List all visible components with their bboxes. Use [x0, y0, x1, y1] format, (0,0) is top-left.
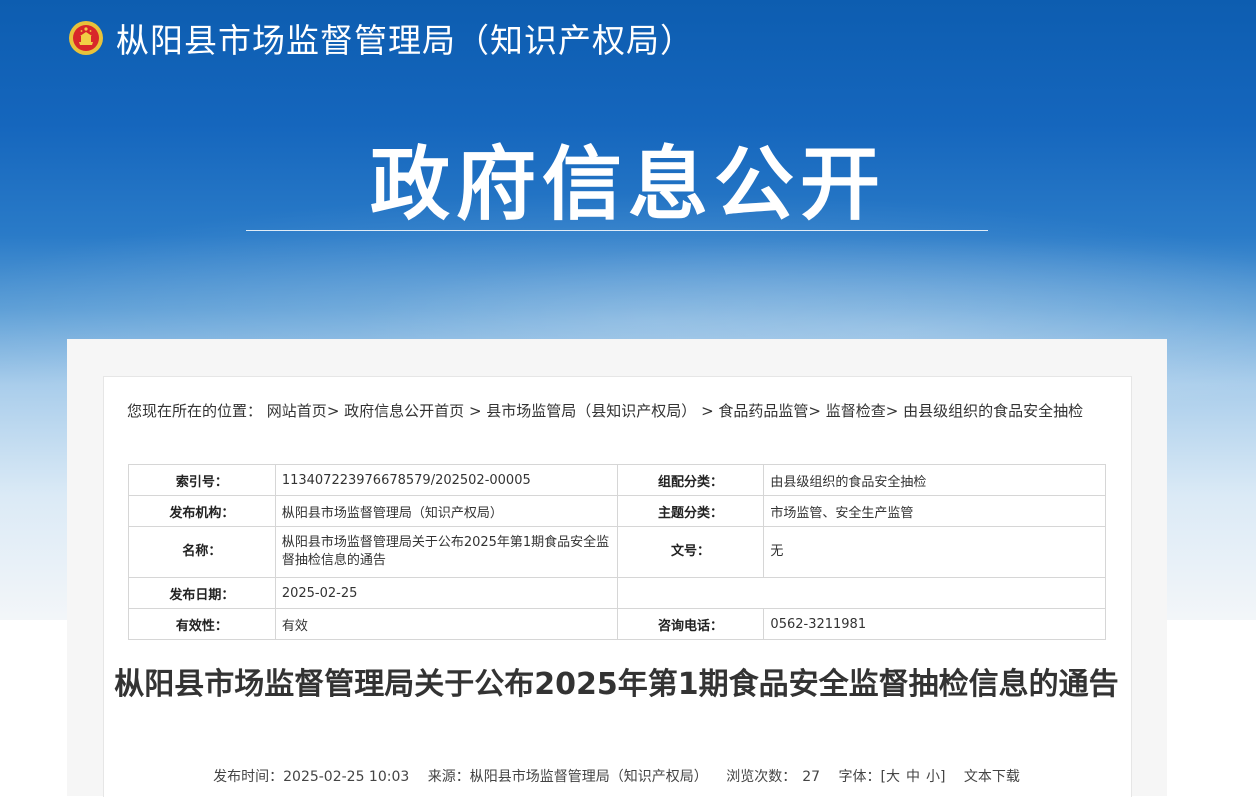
text-download-link[interactable]: 文本下载: [964, 769, 1020, 785]
font-size-label: 字体：[: [838, 769, 886, 785]
view-count: 浏览次数： 27: [726, 769, 820, 785]
topic-value: 市场监管、安全生产监管: [763, 495, 1106, 527]
breadcrumb-county-bureau[interactable]: 县市场监管局（县知识产权局）: [486, 402, 696, 420]
table-row: 发布日期： 2025-02-25: [128, 577, 1107, 609]
breadcrumb-home[interactable]: 网站首页: [267, 402, 327, 420]
breadcrumb-food-drug[interactable]: 食品药品监管: [718, 402, 808, 420]
index-label: 索引号：: [128, 464, 276, 496]
table-row: 有效性： 有效 咨询电话： 0562-3211981: [128, 608, 1106, 640]
hero-title: 政府信息公开: [370, 138, 886, 231]
category-label: 组配分类：: [616, 464, 765, 496]
font-size-bracket: ]: [939, 769, 946, 785]
date-value: 2025-02-25: [274, 577, 618, 609]
phone-label: 咨询电话：: [616, 608, 765, 640]
breadcrumb-inspection[interactable]: 监督检查: [826, 402, 886, 420]
national-emblem-icon: [69, 21, 103, 55]
empty-cell: [616, 577, 1107, 609]
article-title: 枞阳县市场监督管理局关于公布2025年第1期食品安全监督抽检信息的通告: [114, 667, 1119, 702]
phone-value: 0562-3211981: [763, 608, 1106, 640]
view-count-label: 浏览次数：: [726, 769, 797, 785]
breadcrumb-prefix: 您现在所在的位置：: [127, 402, 263, 420]
validity-label: 有效性：: [128, 608, 276, 640]
breadcrumb-separator: >: [326, 402, 345, 420]
publisher-value: 枞阳县市场监督管理局（知识产权局）: [274, 495, 618, 527]
date-label: 发布日期：: [128, 577, 276, 609]
name-label: 名称：: [128, 526, 276, 578]
breadcrumb: 您现在所在的位置： 网站首页> 政府信息公开首页 > 县市场监管局（县知识产权局…: [127, 400, 1112, 422]
topic-label: 主题分类：: [616, 495, 765, 527]
view-count-value: 27: [802, 769, 821, 785]
docno-value: 无: [763, 526, 1106, 578]
publisher-label: 发布机构：: [128, 495, 276, 527]
font-size-control: 字体：[大中小]: [838, 769, 945, 785]
name-value: 枞阳县市场监督管理局关于公布2025年第1期食品安全监督抽检信息的通告: [274, 526, 618, 578]
document-info-table: 索引号： 113407223976678579/202502-00005 组配分…: [128, 464, 1107, 640]
site-title[interactable]: 枞阳县市场监督管理局（知识产权局）: [116, 14, 694, 62]
site-header: 枞阳县市场监督管理局（知识产权局）: [68, 14, 694, 62]
docno-label: 文号：: [616, 526, 765, 578]
validity-value: 有效: [274, 608, 618, 640]
publish-time: 发布时间：2025-02-25 10:03: [213, 769, 410, 785]
breadcrumb-separator: >: [464, 402, 487, 420]
breadcrumb-current[interactable]: 由县级组织的食品安全抽检: [903, 402, 1083, 420]
article-source: 来源：枞阳县市场监督管理局（知识产权局）: [427, 769, 708, 785]
font-small-button[interactable]: 小: [926, 769, 940, 785]
breadcrumb-separator: >: [885, 402, 904, 420]
font-large-button[interactable]: 大: [886, 769, 900, 785]
breadcrumb-separator: >: [696, 402, 719, 420]
category-value: 由县级组织的食品安全抽检: [763, 464, 1106, 496]
table-row: 发布机构： 枞阳县市场监督管理局（知识产权局） 主题分类： 市场监管、安全生产监…: [128, 495, 1106, 527]
table-row: 索引号： 113407223976678579/202502-00005 组配分…: [128, 464, 1106, 496]
hero-divider: [246, 230, 988, 231]
index-value: 113407223976678579/202502-00005: [274, 464, 618, 496]
table-row: 名称： 枞阳县市场监督管理局关于公布2025年第1期食品安全监督抽检信息的通告 …: [128, 526, 1106, 578]
font-medium-button[interactable]: 中: [906, 769, 920, 785]
breadcrumb-gov-info-home[interactable]: 政府信息公开首页: [344, 402, 464, 420]
article-meta: 发布时间：2025-02-25 10:03 来源：枞阳县市场监督管理局（知识产权…: [0, 766, 1233, 786]
breadcrumb-separator: >: [808, 402, 826, 420]
